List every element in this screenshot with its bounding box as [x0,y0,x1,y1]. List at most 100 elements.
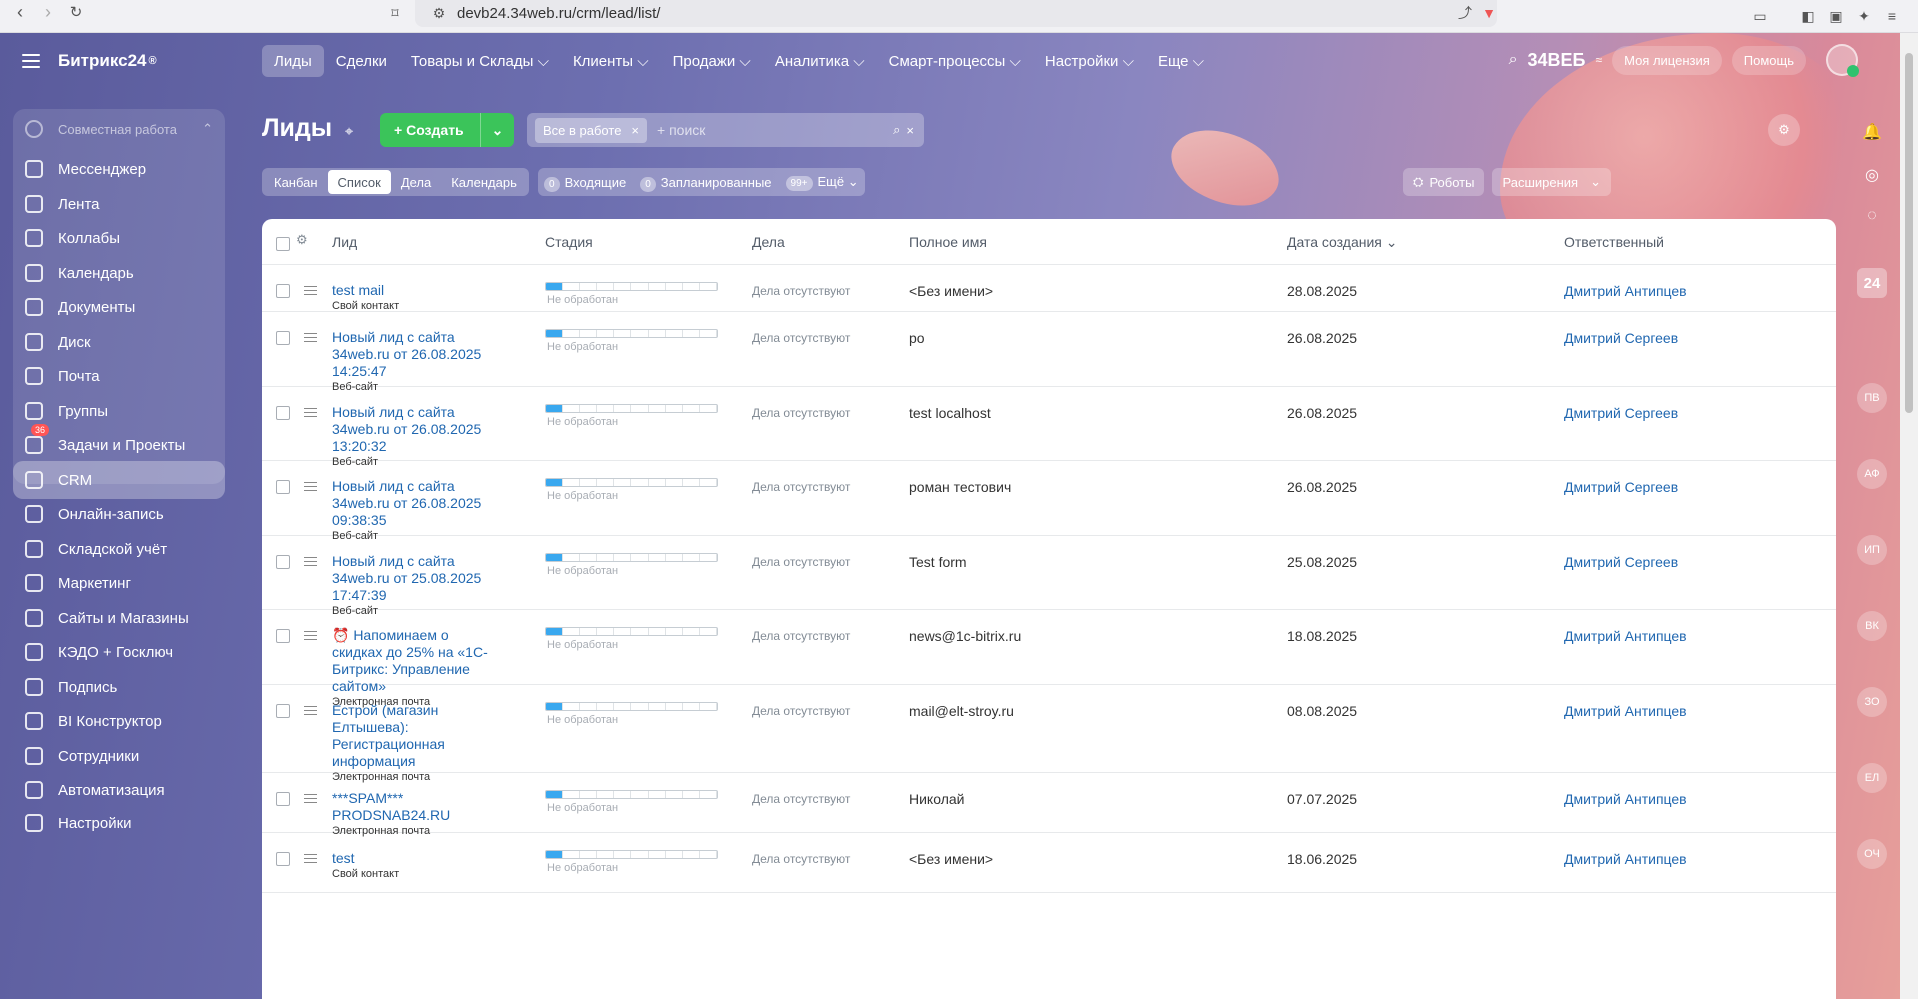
counter-badge[interactable]: 24 [1857,268,1887,298]
row-checkbox[interactable] [276,284,290,298]
lead-title-link[interactable]: Естрой (магазин Елтышева): Регистрационн… [332,702,445,769]
sidebar-item-employees[interactable]: Сотрудники [13,737,225,775]
responsible-link[interactable]: Дмитрий Антипцев [1564,283,1687,299]
sidebar-item-collab[interactable]: Коллабы [13,219,225,257]
sidebar-item-tasks[interactable]: Задачи и Проекты 36 [13,424,225,464]
responsible-link[interactable]: Дмитрий Сергеев [1564,330,1678,346]
create-button[interactable]: + Создать ⌄ [380,113,514,147]
counter-item-0[interactable]: 0 Входящие [544,175,626,192]
stage-progress[interactable] [545,329,718,338]
logo[interactable]: Битрикс24 ® [22,51,157,71]
extensions-button[interactable]: Расширения ⌄ [1492,168,1611,196]
responsible-link[interactable]: Дмитрий Антипцев [1564,628,1687,644]
row-checkbox[interactable] [276,852,290,866]
stage-progress[interactable] [545,478,718,487]
row-checkbox[interactable] [276,480,290,494]
row-checkbox[interactable] [276,406,290,420]
lead-title-link[interactable]: ***SPAM*** PRODSNAB24.RU [332,790,450,823]
create-dropdown-icon[interactable]: ⌄ [480,113,514,147]
sidebar-item-crm[interactable]: CRM [13,461,225,499]
sidebar-item-documents[interactable]: Документы [13,288,225,326]
sidebar-item-bi[interactable]: BI Конструктор [13,702,225,740]
clear-search-icon[interactable]: × [906,123,914,138]
search-input[interactable]: + поиск [657,122,893,138]
robots-button[interactable]: ⛭ Роботы [1403,168,1485,196]
row-checkbox[interactable] [276,704,290,718]
search-icon[interactable]: ⌕ [1509,51,1518,69]
stage-progress[interactable] [545,282,718,291]
company-name[interactable]: 34ВЕБ [1528,50,1586,71]
table-row[interactable]: Новый лид с сайта 34web.ru от 25.08.2025… [262,536,1836,617]
sidebar-item-messenger[interactable]: Мессенджер [13,150,225,188]
row-menu-icon[interactable] [304,482,317,494]
col-date[interactable]: Дата создания ⌄ [1287,234,1398,251]
company-settings-icon[interactable]: ≈ [1596,53,1603,67]
contact-avatar[interactable]: ЕЛ [1857,763,1887,793]
contact-avatar[interactable]: АФ [1857,459,1887,489]
row-menu-icon[interactable] [304,706,317,718]
row-checkbox[interactable] [276,629,290,643]
col-fullname[interactable]: Полное имя [909,234,987,250]
topnav-item-4[interactable]: Продажи ⌵ [661,45,763,77]
sidebar-toggle-icon[interactable]: ◧ [1798,6,1818,26]
stage-cell[interactable]: Не обработан [545,282,718,306]
row-menu-icon[interactable] [304,557,317,569]
responsible-link[interactable]: Дмитрий Антипцев [1564,791,1687,807]
view-tab-0[interactable]: Канбан [264,170,328,194]
contact-avatar[interactable]: ОЧ [1857,839,1887,869]
contact-avatar[interactable]: ЗО [1857,687,1887,717]
reload-icon[interactable]: ↻ [62,0,90,24]
stage-cell[interactable]: Не обработан [545,553,718,577]
topnav-item-1[interactable]: Сделки [324,45,399,77]
stage-cell[interactable]: Не обработан [545,627,718,651]
page-settings-icon[interactable]: ⚙ [1768,114,1800,146]
menu-icon[interactable]: ≡ [1882,6,1902,26]
table-row[interactable]: test Свой контакт Не обработан Дела отсутст… [262,833,1836,893]
lead-title-link[interactable]: Новый лид с сайта 34web.ru от 25.08.2025… [332,553,481,603]
counter-item-2[interactable]: 99+ Ещё ⌄ [785,174,859,191]
responsible-link[interactable]: Дмитрий Сергеев [1564,479,1678,495]
sidebar-item-sites[interactable]: Сайты и Магазины [13,599,225,637]
row-checkbox[interactable] [276,331,290,345]
row-menu-icon[interactable] [304,286,317,298]
stage-cell[interactable]: Не обработан [545,790,718,814]
contact-avatar[interactable]: ИП [1857,535,1887,565]
sidebar-item-calendar[interactable]: Календарь [13,254,225,292]
view-tab-2[interactable]: Дела [391,170,441,194]
stage-progress[interactable] [545,627,718,636]
topnav-item-6[interactable]: Смарт-процессы ⌵ [877,45,1033,77]
grid-settings-icon[interactable]: ⚙ [296,232,308,248]
lead-title-link[interactable]: Новый лид с сайта 34web.ru от 26.08.2025… [332,478,481,528]
row-menu-icon[interactable] [304,794,317,806]
stage-progress[interactable] [545,850,718,859]
row-menu-icon[interactable] [304,631,317,643]
row-menu-icon[interactable] [304,854,317,866]
wallet-icon[interactable]: ▣ [1826,6,1846,26]
row-menu-icon[interactable] [304,333,317,345]
tab-search-icon[interactable]: ▭ [1750,6,1770,26]
table-row[interactable]: ⏰ Напоминаем о скидках до 25% на «1С-Бит… [262,610,1836,708]
bookmark-icon[interactable]: ⌑ [385,3,405,23]
responsible-link[interactable]: Дмитрий Антипцев [1564,703,1687,719]
contact-avatar[interactable]: ВК [1857,611,1887,641]
select-all-checkbox[interactable] [276,237,290,251]
responsible-link[interactable]: Дмитрий Сергеев [1564,405,1678,421]
lead-title-link[interactable]: ⏰ Напоминаем о скидках до 25% на «1С-Бит… [332,627,488,694]
topnav-item-7[interactable]: Настройки ⌵ [1033,45,1146,77]
stage-progress[interactable] [545,702,718,711]
chat-icon[interactable]: ◌ [1857,201,1887,231]
burger-menu-icon[interactable] [22,54,40,68]
counter-item-1[interactable]: 0 Запланированные [640,175,772,192]
row-checkbox[interactable] [276,792,290,806]
filter-search-box[interactable]: Все в работе × + поиск ⌕ × [527,113,924,147]
sidebar-item-marketing[interactable]: Маркетинг [13,564,225,602]
filter-chip[interactable]: Все в работе × [535,117,648,143]
lead-title-link[interactable]: Новый лид с сайта 34web.ru от 26.08.2025… [332,329,481,379]
contact-avatar[interactable]: ПВ [1857,383,1887,413]
brave-shield-icon[interactable]: ▼ [1479,3,1499,23]
responsible-link[interactable]: Дмитрий Сергеев [1564,554,1678,570]
col-stage[interactable]: Стадия [545,234,593,250]
notifications-icon[interactable]: 🔔 [1857,117,1887,147]
sidebar-item-feed[interactable]: Лента [13,185,225,223]
forward-icon[interactable]: › [34,0,62,24]
